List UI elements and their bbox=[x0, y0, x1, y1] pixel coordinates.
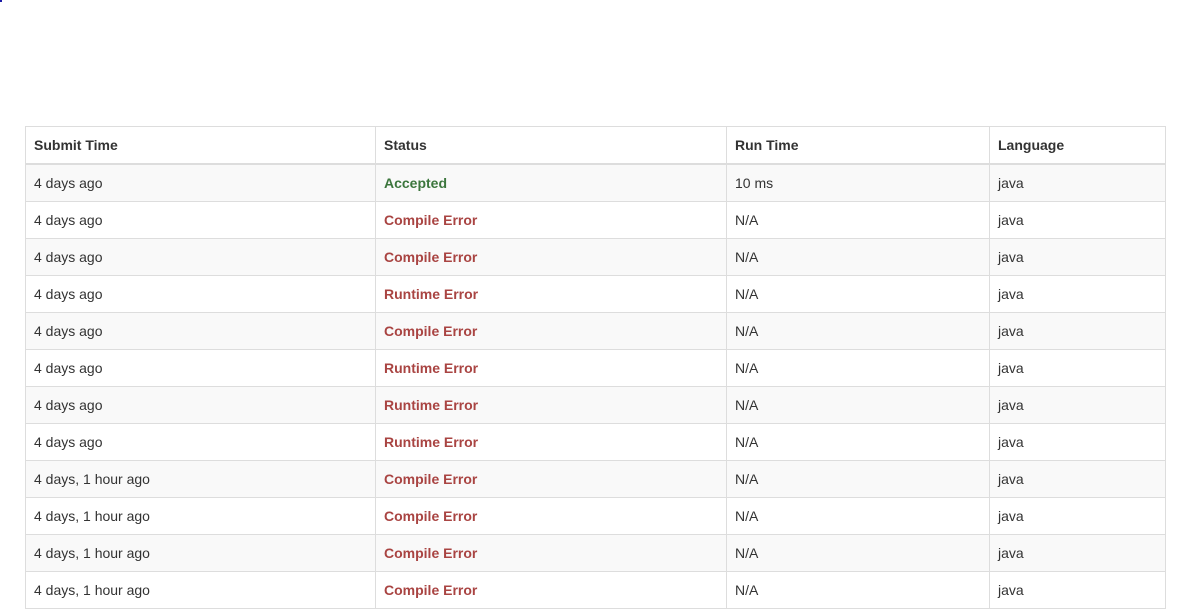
cell-submit-time: 4 days ago bbox=[25, 275, 376, 313]
cell-submit-time: 4 days ago bbox=[25, 386, 376, 424]
status-link[interactable]: Compile Error bbox=[384, 212, 477, 228]
table-header: Submit Time Status Run Time Language bbox=[25, 126, 1166, 165]
cell-language: java bbox=[989, 275, 1166, 313]
header-status: Status bbox=[375, 126, 727, 165]
cell-run-time: 10 ms bbox=[726, 163, 990, 202]
cell-run-time: N/A bbox=[726, 275, 990, 313]
cell-run-time: N/A bbox=[726, 571, 990, 609]
cell-submit-time: 4 days, 1 hour ago bbox=[25, 497, 376, 535]
cell-run-time: N/A bbox=[726, 312, 990, 350]
cell-language: java bbox=[989, 534, 1166, 572]
status-link[interactable]: Runtime Error bbox=[384, 360, 478, 376]
status-link[interactable]: Compile Error bbox=[384, 545, 477, 561]
cell-submit-time: 4 days, 1 hour ago bbox=[25, 534, 376, 572]
cell-status: Runtime Error bbox=[375, 275, 727, 313]
status-link[interactable]: Compile Error bbox=[384, 471, 477, 487]
table-row: 4 days ago Accepted 10 ms java bbox=[25, 163, 1166, 202]
corner-dot bbox=[0, 0, 2, 2]
header-submit-time: Submit Time bbox=[25, 126, 376, 165]
cell-submit-time: 4 days ago bbox=[25, 423, 376, 461]
status-link[interactable]: Compile Error bbox=[384, 508, 477, 524]
table-row: 4 days ago Compile Error N/A java bbox=[25, 238, 1166, 276]
cell-language: java bbox=[989, 460, 1166, 498]
cell-submit-time: 4 days ago bbox=[25, 349, 376, 387]
cell-run-time: N/A bbox=[726, 201, 990, 239]
cell-language: java bbox=[989, 571, 1166, 609]
cell-language: java bbox=[989, 349, 1166, 387]
cell-status: Compile Error bbox=[375, 201, 727, 239]
cell-language: java bbox=[989, 386, 1166, 424]
cell-run-time: N/A bbox=[726, 497, 990, 535]
table-body: 4 days ago Accepted 10 ms java 4 days ago Com… bbox=[25, 163, 1166, 609]
cell-status: Runtime Error bbox=[375, 423, 727, 461]
status-link[interactable]: Compile Error bbox=[384, 582, 477, 598]
table-row: 4 days, 1 hour ago Compile Error N/A java bbox=[25, 534, 1166, 572]
cell-status: Compile Error bbox=[375, 460, 727, 498]
cell-language: java bbox=[989, 201, 1166, 239]
status-link[interactable]: Compile Error bbox=[384, 323, 477, 339]
cell-run-time: N/A bbox=[726, 386, 990, 424]
submissions-table-container: Submit Time Status Run Time Language 4 d… bbox=[25, 126, 1166, 609]
table-row: 4 days ago Compile Error N/A java bbox=[25, 312, 1166, 350]
table-row: 4 days ago Runtime Error N/A java bbox=[25, 423, 1166, 461]
submissions-table: Submit Time Status Run Time Language 4 d… bbox=[25, 126, 1166, 609]
status-link[interactable]: Runtime Error bbox=[384, 434, 478, 450]
cell-status: Runtime Error bbox=[375, 386, 727, 424]
cell-language: java bbox=[989, 423, 1166, 461]
cell-status: Accepted bbox=[375, 163, 727, 202]
cell-language: java bbox=[989, 312, 1166, 350]
header-run-time: Run Time bbox=[726, 126, 990, 165]
status-link[interactable]: Runtime Error bbox=[384, 286, 478, 302]
table-row: 4 days ago Runtime Error N/A java bbox=[25, 386, 1166, 424]
header-language: Language bbox=[989, 126, 1166, 165]
status-link[interactable]: Compile Error bbox=[384, 249, 477, 265]
cell-run-time: N/A bbox=[726, 460, 990, 498]
header-row: Submit Time Status Run Time Language bbox=[25, 126, 1166, 165]
table-row: 4 days, 1 hour ago Compile Error N/A java bbox=[25, 497, 1166, 535]
cell-status: Compile Error bbox=[375, 312, 727, 350]
cell-language: java bbox=[989, 163, 1166, 202]
status-link[interactable]: Runtime Error bbox=[384, 397, 478, 413]
cell-run-time: N/A bbox=[726, 423, 990, 461]
table-row: 4 days, 1 hour ago Compile Error N/A java bbox=[25, 460, 1166, 498]
cell-submit-time: 4 days ago bbox=[25, 163, 376, 202]
cell-status: Runtime Error bbox=[375, 349, 727, 387]
cell-run-time: N/A bbox=[726, 349, 990, 387]
cell-run-time: N/A bbox=[726, 238, 990, 276]
cell-status: Compile Error bbox=[375, 238, 727, 276]
table-row: 4 days ago Runtime Error N/A java bbox=[25, 349, 1166, 387]
cell-language: java bbox=[989, 497, 1166, 535]
cell-submit-time: 4 days, 1 hour ago bbox=[25, 460, 376, 498]
status-link[interactable]: Accepted bbox=[384, 175, 447, 191]
cell-status: Compile Error bbox=[375, 534, 727, 572]
cell-status: Compile Error bbox=[375, 497, 727, 535]
table-row: 4 days ago Compile Error N/A java bbox=[25, 201, 1166, 239]
cell-submit-time: 4 days, 1 hour ago bbox=[25, 571, 376, 609]
cell-language: java bbox=[989, 238, 1166, 276]
cell-submit-time: 4 days ago bbox=[25, 238, 376, 276]
table-row: 4 days, 1 hour ago Compile Error N/A java bbox=[25, 571, 1166, 609]
table-row: 4 days ago Runtime Error N/A java bbox=[25, 275, 1166, 313]
cell-status: Compile Error bbox=[375, 571, 727, 609]
cell-submit-time: 4 days ago bbox=[25, 312, 376, 350]
cell-submit-time: 4 days ago bbox=[25, 201, 376, 239]
cell-run-time: N/A bbox=[726, 534, 990, 572]
